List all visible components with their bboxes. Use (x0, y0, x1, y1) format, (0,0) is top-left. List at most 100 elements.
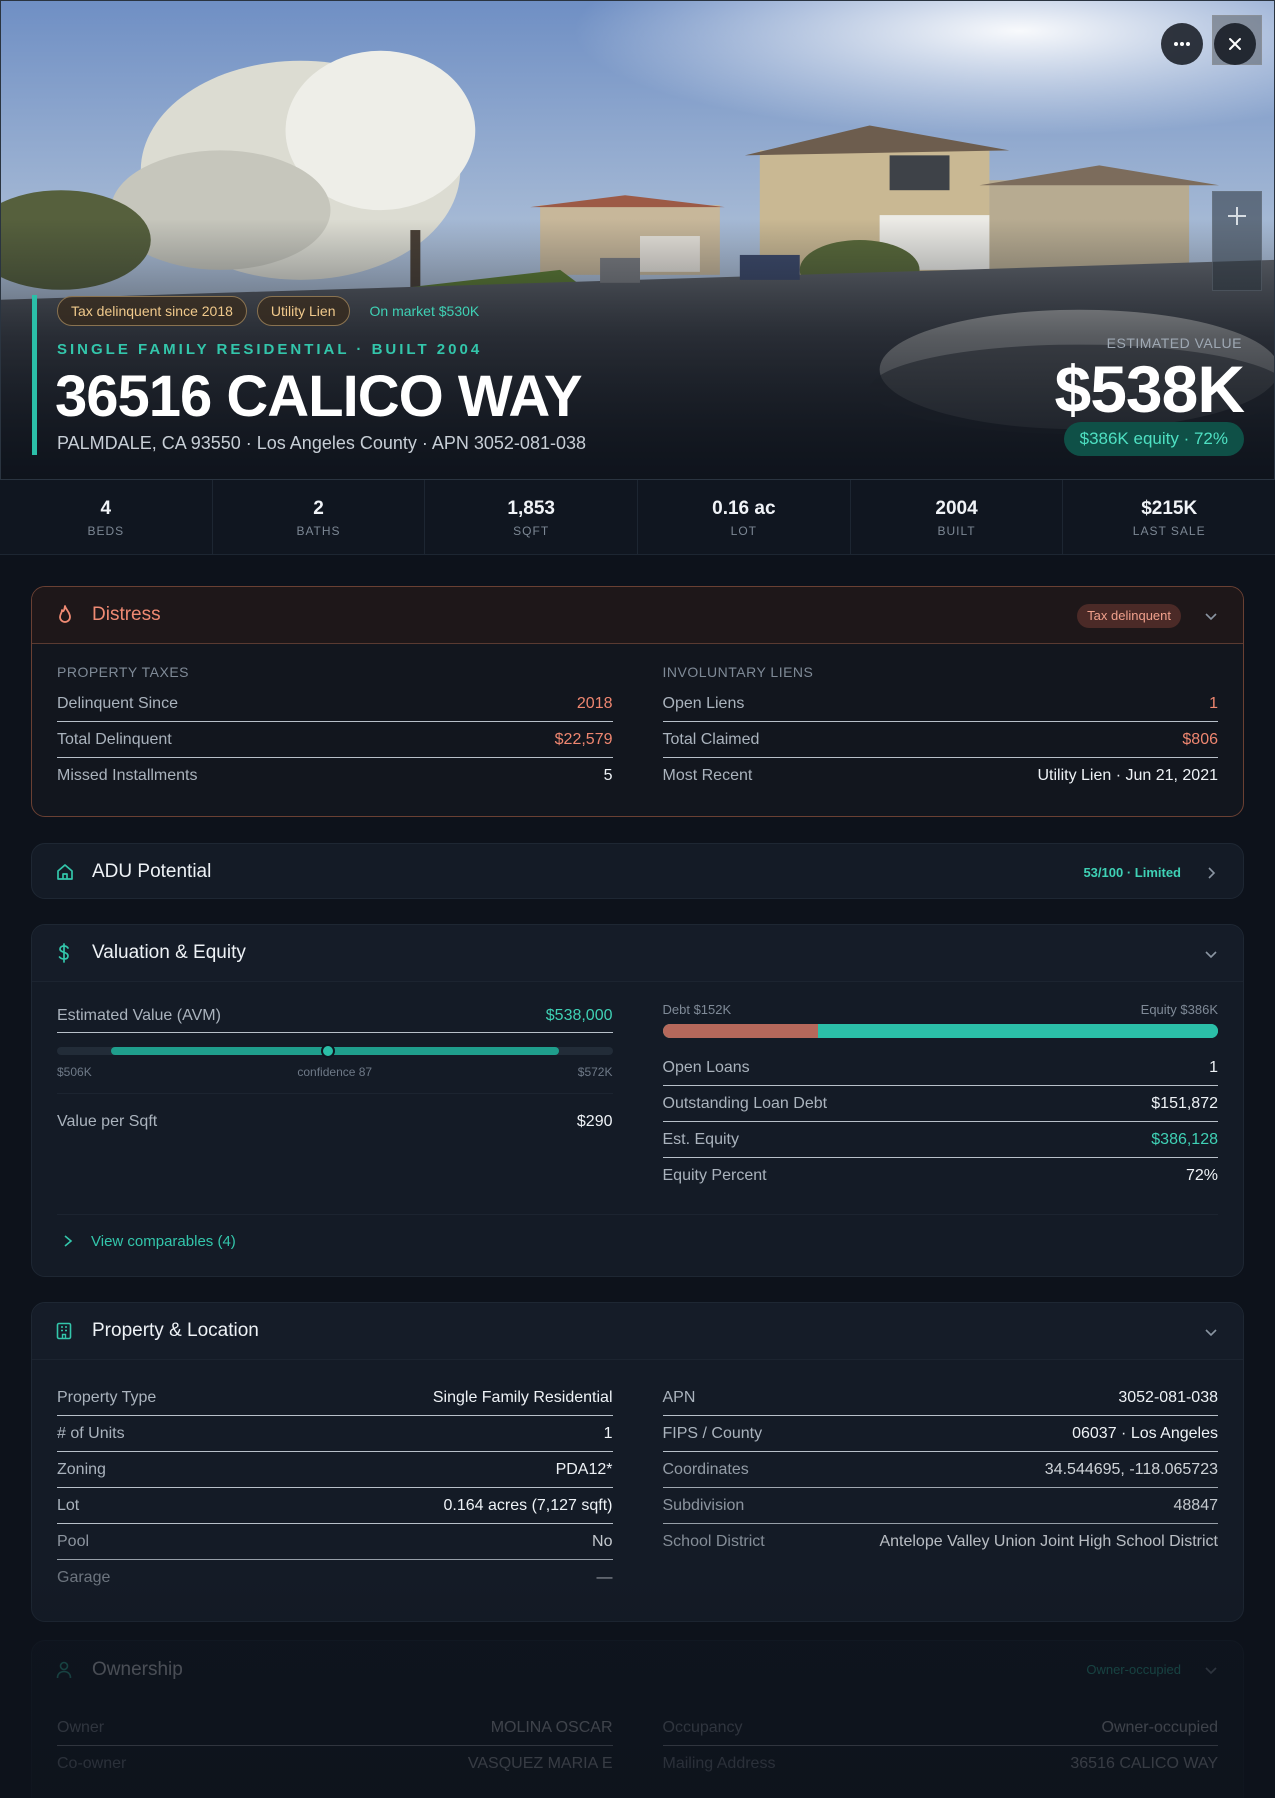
distress-header[interactable]: Distress Tax delinquent (32, 587, 1243, 644)
row-key: Occupancy (662, 1718, 743, 1736)
stat-label: BUILT (937, 524, 976, 538)
status-badge: Tax delinquent (1077, 603, 1181, 628)
chevron-down-icon[interactable] (1203, 608, 1219, 624)
property-header[interactable]: Property & Location (32, 1303, 1243, 1360)
stat-sqft: 1,853 SQFT (425, 480, 639, 554)
property-taxes-section: PROPERTY TAXES Delinquent Since 2018 Tota… (57, 664, 613, 794)
row-key: Total Claimed (662, 730, 760, 748)
row-key: Garage (57, 1569, 111, 1586)
equity-section: Debt $152K Equity $386K Open Loans 1 Outs… (662, 1002, 1219, 1194)
avm-low: $506K (57, 1065, 92, 1079)
avm-value: $538,000 (545, 1007, 613, 1024)
row-value: Owner-occupied (1101, 1718, 1219, 1736)
estimated-value-label: ESTIMATED VALUE (1106, 335, 1242, 351)
property-details: Property Type Single Family Residential #… (57, 1380, 613, 1596)
property-title: Property & Location (92, 1320, 259, 1341)
chevron-right-icon[interactable] (1203, 865, 1219, 881)
detail-row: Total Claimed $806 (662, 722, 1218, 758)
avm-row: Estimated Value (AVM) $538,000 (57, 1002, 613, 1030)
row-value: $290 (576, 1112, 613, 1130)
occupancy-details: Occupancy Owner-occupied Mailing Address 3… (662, 1710, 1219, 1782)
row-key: Property Type (57, 1388, 157, 1406)
stat-value: $215K (1141, 498, 1198, 519)
detail-row: Lot 0.164 acres (7,127 sqft) (57, 1488, 613, 1524)
chip-tax-delinquent[interactable]: Tax delinquent since 2018 (57, 296, 247, 326)
avm-section: Estimated Value (AVM) $538,000 $506K con… (57, 1002, 613, 1194)
detail-row: Garage — (57, 1560, 613, 1596)
row-value: No (592, 1532, 613, 1550)
row-key: Delinquent Since (57, 694, 178, 712)
more-button[interactable] (1161, 23, 1203, 65)
stat-label: LAST SALE (1132, 524, 1206, 538)
detail-row: APN 3052-081-038 (662, 1380, 1218, 1416)
row-value: 48847 (1173, 1496, 1219, 1514)
close-icon (1229, 38, 1241, 50)
section-label: PROPERTY TAXES (57, 664, 190, 680)
ownership-header[interactable]: Ownership Owner-occupied (32, 1641, 1243, 1698)
detail-row: Open Liens 1 (662, 686, 1218, 722)
row-value: 1 (1209, 1058, 1218, 1076)
chevron-down-icon[interactable] (1203, 946, 1219, 962)
avm-label: Estimated Value (AVM) (57, 1007, 221, 1024)
valuation-header[interactable]: Valuation & Equity (32, 925, 1243, 982)
detail-row: School District Antelope Valley Union Joi… (663, 1524, 1219, 1560)
adu-card[interactable]: ADU Potential 53/100 · Limited (31, 843, 1244, 899)
detail-row: Delinquent Since 2018 (57, 686, 613, 722)
detail-row: Property Type Single Family Residential (57, 1380, 613, 1416)
view-comparables-link[interactable]: View comparables (4) (57, 1214, 1218, 1267)
building-icon (56, 1321, 76, 1341)
row-value: 1 (603, 1424, 613, 1442)
stat-label: LOT (730, 524, 758, 538)
detail-row: Pool No (57, 1524, 613, 1560)
distress-title: Distress (92, 604, 161, 625)
row-key: Missed Installments (57, 767, 198, 784)
row-value: 36516 CALICO WAY (1070, 1755, 1218, 1772)
stat-label: SQFT (513, 524, 550, 538)
chevron-down-icon[interactable] (1203, 1324, 1219, 1340)
avm-range-track (57, 1044, 613, 1058)
valuation-title: Valuation & Equity (92, 942, 246, 963)
property-location-card: Property & Location Property Type Single … (31, 1302, 1244, 1622)
stat-last-sale: $215K LAST SALE (1063, 480, 1275, 554)
row-key: Pool (57, 1532, 90, 1550)
adu-title: ADU Potential (92, 861, 212, 882)
chip-utility-lien[interactable]: Utility Lien (256, 296, 350, 326)
value-per-sqft-row: Value per Sqft $290 (57, 1093, 613, 1149)
row-value: Single Family Residential (432, 1388, 613, 1406)
debt-segment (662, 1024, 819, 1038)
property-type-eyebrow: SINGLE FAMILY RESIDENTIAL · BUILT 2004 (57, 341, 483, 358)
ownership-card: Ownership Owner-occupied Owner MOLINA OSC… (31, 1640, 1244, 1798)
plus-icon (1228, 207, 1246, 225)
row-value: Utility Lien · Jun 21, 2021 (1037, 767, 1218, 784)
detail-row: Most Recent Utility Lien · Jun 21, 2021 (663, 758, 1219, 794)
row-value: $22,579 (554, 730, 613, 748)
row-key: Most Recent (662, 767, 753, 784)
row-value: MOLINA OSCAR (490, 1718, 613, 1736)
zoom-in-button[interactable] (1213, 192, 1261, 240)
debt-equity-labels: Debt $152K Equity $386K (663, 1002, 1219, 1017)
equity-segment (818, 1024, 1218, 1038)
stat-beds: 4 BEDS (0, 480, 213, 554)
row-key: Value per Sqft (57, 1112, 158, 1130)
equity-label: Equity $386K (1140, 1002, 1218, 1017)
address-subline: PALMDALE, CA 93550 · Los Angeles County … (57, 433, 586, 453)
chevron-down-icon[interactable] (1203, 1662, 1219, 1678)
home-icon (56, 862, 76, 882)
detail-row: Est. Equity $386,128 (662, 1122, 1218, 1158)
row-key: Mailing Address (662, 1755, 776, 1772)
row-value: VASQUEZ MARIA E (467, 1755, 613, 1772)
detail-row: FIPS / County 06037 · Los Angeles (662, 1416, 1218, 1452)
close-button[interactable] (1214, 23, 1256, 65)
status-chips: Tax delinquent since 2018 Utility Lien O… (57, 296, 489, 326)
row-key: Open Liens (662, 694, 745, 712)
occupancy-badge: Owner-occupied (1086, 1662, 1181, 1677)
row-value: Antelope Valley Union Joint High School … (879, 1533, 1218, 1550)
adu-score: 53/100 · Limited (1083, 865, 1181, 880)
adu-header[interactable]: ADU Potential 53/100 · Limited (32, 844, 1243, 898)
row-key: Equity Percent (662, 1167, 767, 1184)
detail-row: Coordinates 34.544695, -118.065723 (662, 1452, 1218, 1488)
user-icon (56, 1660, 76, 1680)
debt-label: Debt $152K (662, 1002, 732, 1017)
row-value: $806 (1182, 730, 1218, 748)
owner-details: Owner MOLINA OSCAR Co-owner VASQUEZ MARIA … (57, 1710, 613, 1782)
